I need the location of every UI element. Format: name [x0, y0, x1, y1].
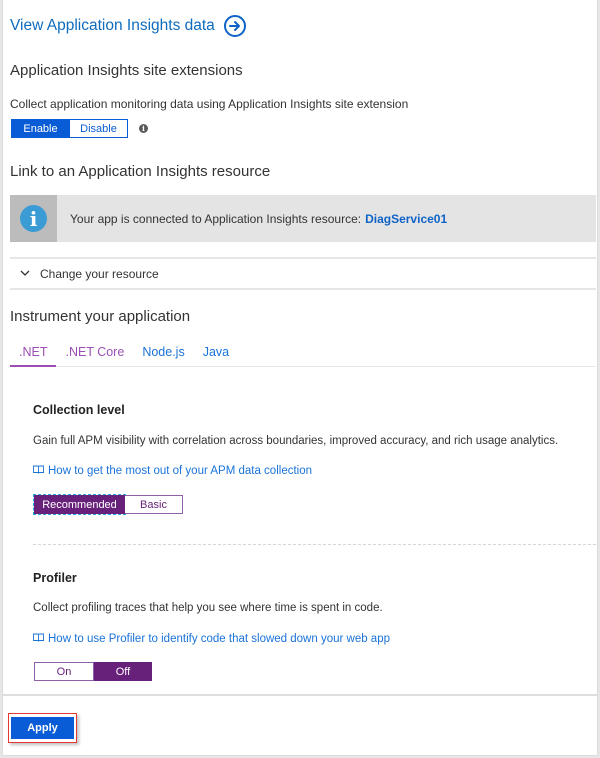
resource-link[interactable]: DiagService01	[365, 212, 447, 226]
profiler-doc-link[interactable]: How to use Profiler to identify code tha…	[33, 633, 390, 645]
change-resource-label: Change your resource	[40, 266, 159, 281]
footer-divider	[2, 694, 598, 696]
collection-level-toggle: Recommended Basic	[33, 494, 183, 515]
link-resource-title: Link to an Application Insights resource	[10, 163, 271, 180]
view-app-insights-link[interactable]: View Application Insights data	[10, 15, 246, 37]
site-extensions-description: Collect application monitoring data usin…	[10, 97, 409, 111]
site-extensions-title: Application Insights site extensions	[10, 62, 243, 79]
book-icon	[33, 465, 44, 477]
profiler-title: Profiler	[33, 571, 77, 585]
disable-option[interactable]: Disable	[70, 119, 128, 138]
apply-button[interactable]: Apply	[11, 717, 74, 739]
apply-highlight: Apply	[8, 713, 77, 743]
profiler-description: Collect profiling traces that help you s…	[33, 602, 383, 614]
profiler-on-option[interactable]: On	[34, 662, 94, 681]
info-icon[interactable]: i	[139, 124, 148, 133]
section-divider	[33, 544, 596, 545]
profiler-toggle: On Off	[34, 662, 152, 681]
tab-nodejs[interactable]: Node.js	[133, 340, 193, 367]
instrument-title: Instrument your application	[10, 308, 191, 325]
language-tabs: .NET .NET Core Node.js Java	[10, 340, 596, 367]
banner-message: Your app is connected to Application Ins…	[70, 212, 447, 226]
chevron-down-icon	[20, 268, 30, 279]
site-extension-toggle: Enable Disable	[11, 119, 128, 138]
view-app-insights-label: View Application Insights data	[10, 17, 215, 34]
banner-message-text: Your app is connected to Application Ins…	[70, 211, 362, 226]
connection-info-banner: i Your app is connected to Application I…	[10, 195, 596, 242]
tab-dotnet[interactable]: .NET	[10, 340, 57, 367]
collection-level-description: Gain full APM visibility with correlatio…	[33, 435, 559, 447]
profiler-off-option[interactable]: Off	[94, 662, 152, 681]
change-resource-expander[interactable]: Change your resource	[10, 257, 596, 290]
tab-dotnet-core[interactable]: .NET Core	[56, 340, 133, 367]
basic-option[interactable]: Basic	[125, 495, 183, 514]
recommended-option[interactable]: Recommended	[33, 494, 126, 515]
book-icon	[33, 633, 44, 645]
profiler-doc-link-label: How to use Profiler to identify code tha…	[48, 633, 390, 645]
arrow-right-circle-icon	[223, 15, 246, 37]
tab-java[interactable]: Java	[194, 340, 238, 367]
collection-level-title: Collection level	[33, 403, 125, 417]
info-circle-icon: i	[20, 205, 47, 232]
enable-option[interactable]: Enable	[11, 119, 70, 138]
apm-doc-link-label: How to get the most out of your APM data…	[48, 465, 313, 477]
info-banner-icon-box: i	[10, 195, 57, 242]
apm-doc-link[interactable]: How to get the most out of your APM data…	[33, 465, 312, 477]
